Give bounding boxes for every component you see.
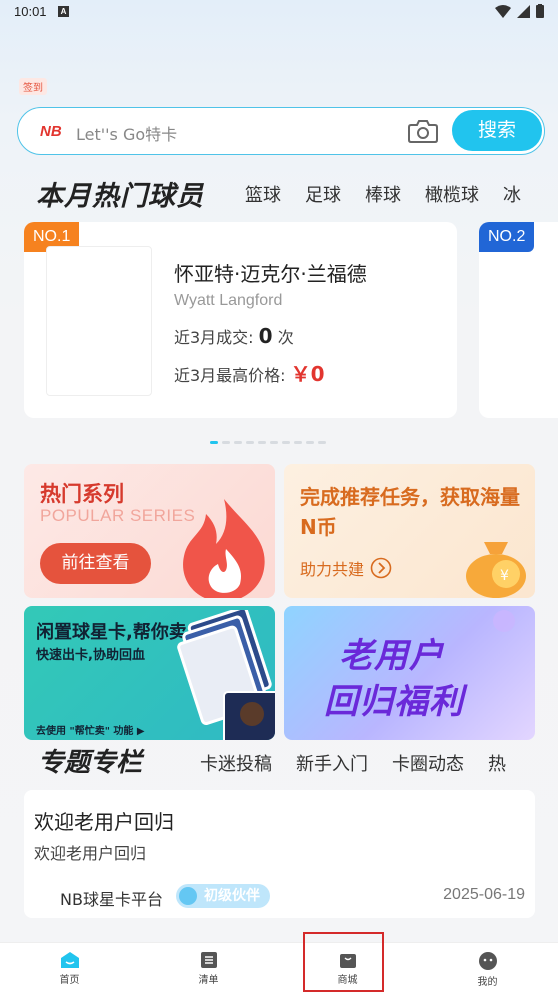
task-link-label: 助力共建 bbox=[300, 560, 365, 579]
player-name-cn: 怀亚特·迈克尔·兰福德 bbox=[174, 262, 367, 286]
topics-title: 专题专栏 bbox=[38, 742, 142, 779]
notification-indicator-icon: A bbox=[58, 6, 69, 17]
card-stack-icon bbox=[177, 610, 275, 740]
tab-beginner-guide[interactable]: 新手入门 bbox=[296, 750, 368, 776]
search-button[interactable]: 搜索 bbox=[452, 110, 542, 151]
returning-user-title-line2: 回归福利 bbox=[324, 682, 464, 722]
rank-badge: NO.2 bbox=[479, 222, 535, 252]
signin-badge[interactable]: 签到 bbox=[19, 78, 47, 95]
search-input[interactable]: Let''s Go特卡 bbox=[76, 121, 177, 145]
deals-unit: 次 bbox=[277, 328, 294, 347]
search-bar[interactable]: NB Let''s Go特卡 搜索 bbox=[17, 107, 545, 155]
tab-baseball[interactable]: 棒球 bbox=[365, 181, 401, 207]
circle-chevron-right-icon bbox=[370, 557, 392, 579]
article-summary: 欢迎老用户回归 bbox=[34, 844, 147, 863]
signal-icon bbox=[517, 4, 530, 18]
svg-text:¥: ¥ bbox=[500, 568, 509, 584]
view-series-button[interactable]: 前往查看 bbox=[40, 543, 151, 584]
player-price: 近3月最高价格: ￥0 bbox=[174, 358, 325, 387]
profile-icon bbox=[478, 952, 497, 970]
bubble-icon bbox=[493, 610, 515, 632]
status-icons bbox=[495, 4, 544, 18]
flame-icon bbox=[183, 499, 265, 598]
player-name-en: Wyatt Langford bbox=[174, 292, 283, 309]
tab-hot[interactable]: 热 bbox=[488, 750, 506, 776]
deals-value: 0 bbox=[258, 324, 273, 348]
author-level-badge: 初级伙伴 bbox=[176, 884, 270, 908]
tab-football[interactable]: 足球 bbox=[305, 181, 341, 207]
tab-rugby[interactable]: 橄榄球 bbox=[425, 181, 479, 207]
battery-icon bbox=[536, 4, 544, 18]
shop-highlight-box bbox=[303, 932, 384, 992]
player-card-image bbox=[46, 246, 152, 396]
task-link[interactable]: 助力共建 bbox=[300, 556, 392, 580]
sell-cards-subtitle: 快速出卡,协助回血 bbox=[36, 648, 145, 663]
player-card[interactable]: NO.1 怀亚特·迈克尔·兰福德 Wyatt Langford 近3月成交: 0… bbox=[24, 222, 457, 418]
article-author: NB球星卡平台 bbox=[60, 890, 163, 909]
nav-list[interactable]: 清单 bbox=[139, 943, 278, 992]
player-deals: 近3月成交: 0 次 bbox=[174, 324, 294, 348]
camera-icon[interactable] bbox=[408, 119, 438, 143]
nav-list-label: 清单 bbox=[198, 975, 219, 986]
sell-cards-title: 闲置球星卡,帮你卖 bbox=[36, 622, 187, 643]
topic-tabs: 卡迷投稿 新手入门 卡圈动态 热 bbox=[200, 750, 506, 776]
level-icon bbox=[179, 887, 197, 905]
nav-home-label: 首页 bbox=[59, 975, 80, 986]
tab-basketball[interactable]: 篮球 bbox=[245, 181, 281, 207]
player-card[interactable]: NO.2 bbox=[479, 222, 558, 418]
nb-logo-text: NB bbox=[40, 123, 62, 140]
sell-cards-banner[interactable]: 闲置球星卡,帮你卖 快速出卡,协助回血 去使用 "帮忙卖" 功能 ▶ bbox=[24, 606, 275, 740]
nav-profile-label: 我的 bbox=[477, 977, 498, 988]
topics-title-text: 专题专栏 bbox=[38, 748, 143, 778]
nav-profile[interactable]: 我的 bbox=[418, 943, 557, 992]
status-bar: 10:01 A bbox=[0, 0, 558, 24]
article-card[interactable]: 欢迎老用户回归 欢迎老用户回归 NB球星卡平台 初级伙伴 2025-06-19 bbox=[24, 790, 535, 918]
list-icon bbox=[200, 952, 217, 968]
popular-series-title: 热门系列 bbox=[40, 482, 124, 506]
article-title: 欢迎老用户回归 bbox=[34, 810, 174, 834]
nav-home[interactable]: 首页 bbox=[0, 943, 139, 992]
hot-players-title: 本月热门球员 bbox=[36, 181, 204, 212]
popular-series-subtitle: POPULAR SERIES bbox=[40, 506, 196, 525]
article-date: 2025-06-19 bbox=[443, 886, 525, 903]
price-label: 近3月最高价格: bbox=[174, 366, 286, 385]
status-time: 10:01 bbox=[14, 4, 47, 19]
tab-fan-submissions[interactable]: 卡迷投稿 bbox=[200, 750, 272, 776]
nb-logo: NB bbox=[40, 123, 62, 140]
deals-label: 近3月成交: bbox=[174, 328, 254, 347]
money-bag-icon: ¥ bbox=[466, 542, 526, 598]
price-value: ￥0 bbox=[290, 362, 325, 386]
task-banner[interactable]: 完成推荐任务，获取海量N币 助力共建 ¥ bbox=[284, 464, 535, 598]
returning-user-title-line1: 老用户 bbox=[339, 636, 444, 676]
carousel-indicator bbox=[210, 441, 326, 444]
sport-tabs: 篮球 足球 棒球 橄榄球 冰 bbox=[245, 181, 521, 207]
tab-ice[interactable]: 冰 bbox=[503, 181, 521, 207]
wifi-icon bbox=[495, 4, 511, 18]
tab-card-news[interactable]: 卡圈动态 bbox=[392, 750, 464, 776]
bottom-nav: 首页 清单 商城 我的 bbox=[0, 942, 558, 992]
author-level-label: 初级伙伴 bbox=[204, 888, 260, 904]
returning-user-banner[interactable]: 老用户 回归福利 bbox=[284, 606, 535, 740]
popular-series-banner[interactable]: 热门系列 POPULAR SERIES 前往查看 bbox=[24, 464, 275, 598]
sell-cards-note: 去使用 "帮忙卖" 功能 ▶ bbox=[36, 726, 145, 737]
home-icon bbox=[60, 952, 79, 968]
